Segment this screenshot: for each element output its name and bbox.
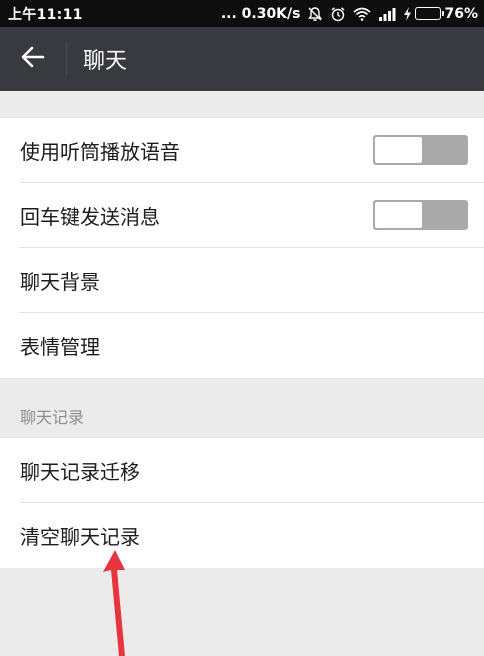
setting-label: 聊天背景 <box>20 269 100 294</box>
setting-chat-background[interactable]: 聊天背景 <box>20 248 484 313</box>
alarm-icon <box>330 6 346 22</box>
setting-label: 使用听筒播放语音 <box>20 139 180 164</box>
chat-records-header: 聊天记录 <box>20 408 85 427</box>
settings-section: 使用听筒播放语音 回车键发送消息 聊天背景 表情管理 <box>0 118 484 378</box>
setting-label: 清空聊天记录 <box>20 525 140 549</box>
back-button[interactable] <box>0 27 66 91</box>
battery-icon <box>415 7 445 20</box>
setting-earpiece-playback[interactable]: 使用听筒播放语音 <box>20 118 484 183</box>
setting-label: 回车键发送消息 <box>20 204 160 229</box>
arrow-left-icon <box>21 46 45 72</box>
earpiece-toggle[interactable] <box>373 135 468 165</box>
setting-clear-chat-history[interactable]: 清空聊天记录 <box>20 503 484 568</box>
setting-migrate-chat-history[interactable]: 聊天记录迁移 <box>20 438 484 503</box>
battery-indicator: 76% <box>403 6 478 22</box>
wifi-icon <box>353 7 372 21</box>
page-title: 聊天 <box>83 49 128 74</box>
app-bar: 聊天 <box>0 27 484 91</box>
toggle-knob <box>375 202 422 228</box>
header-divider <box>66 43 67 75</box>
signal-icon <box>378 7 396 21</box>
charging-icon <box>403 6 412 21</box>
status-icons: ... 0.30K/s 76% <box>221 6 478 22</box>
setting-emoji-management[interactable]: 表情管理 <box>20 313 484 378</box>
status-bar: 上午11:11 ... 0.30K/s 76% <box>0 0 484 27</box>
toggle-knob <box>375 137 422 163</box>
setting-label: 聊天记录迁移 <box>20 459 140 484</box>
network-speed: ... 0.30K/s <box>220 5 301 22</box>
setting-enter-to-send[interactable]: 回车键发送消息 <box>20 183 484 248</box>
battery-percent: 76% <box>444 5 478 22</box>
red-arrow-annotation <box>103 550 125 656</box>
bell-off-icon <box>307 6 323 22</box>
status-time: 上午11:11 <box>8 6 83 23</box>
enter-send-toggle[interactable] <box>373 200 468 230</box>
setting-label: 表情管理 <box>20 335 100 359</box>
chat-records-section: 聊天记录迁移 清空聊天记录 <box>0 438 484 568</box>
